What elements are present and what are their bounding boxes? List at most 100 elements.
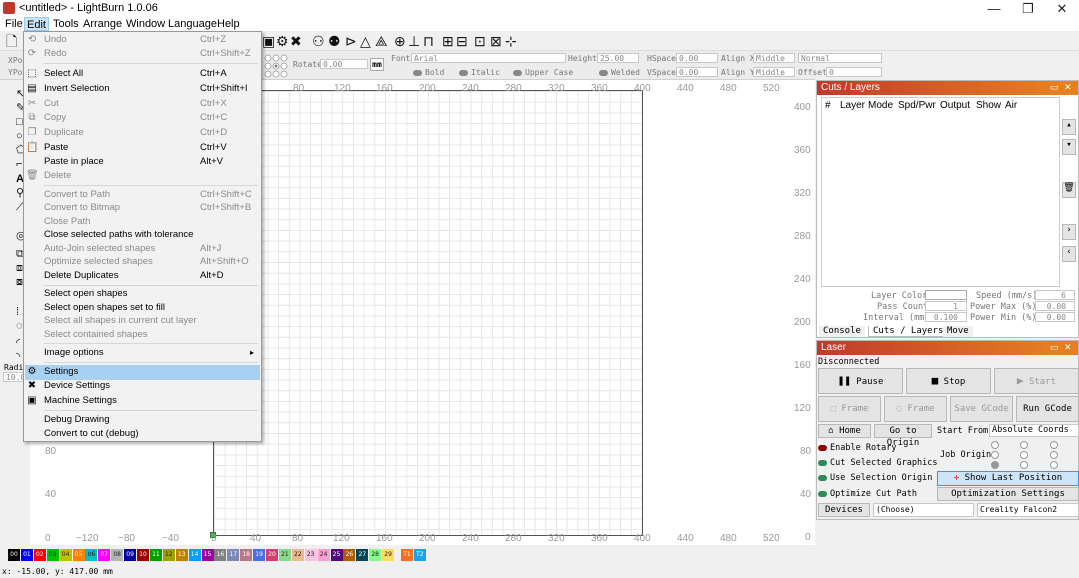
alignx-select[interactable]: Middle: [753, 53, 795, 63]
palette-swatch-24[interactable]: 24: [317, 549, 330, 561]
open-icon[interactable]: ▣: [262, 33, 275, 49]
power-max-input[interactable]: 0.00: [1035, 301, 1075, 311]
palette-swatch-00[interactable]: 00: [8, 549, 20, 561]
palette-swatch-T2[interactable]: T2: [413, 549, 426, 561]
bed-grid[interactable]: [213, 90, 643, 536]
menu-item-delete[interactable]: Delete: [44, 170, 71, 182]
menu-item-convert-to-path[interactable]: Convert to Path: [44, 189, 110, 201]
boolean-subtract-icon[interactable]: ⧇: [16, 274, 23, 290]
move-up-icon[interactable]: ▴: [1062, 119, 1076, 135]
welded-toggle[interactable]: Welded: [599, 68, 640, 77]
palette-swatch-22[interactable]: 22: [291, 549, 304, 561]
job-origin-radio[interactable]: [991, 451, 999, 459]
palette-swatch-10[interactable]: 10: [137, 549, 149, 561]
job-origin-radio[interactable]: [991, 441, 999, 449]
palette-swatch-09[interactable]: 09: [124, 549, 137, 561]
menu-item-paste[interactable]: Paste: [44, 142, 68, 154]
height-input[interactable]: 25.00: [597, 53, 639, 63]
save-gcode-button[interactable]: Save GCode: [950, 396, 1013, 422]
align-center-icon[interactable]: ⊕: [394, 33, 406, 49]
cut-selected-toggle[interactable]: Cut Selected Graphics: [818, 458, 937, 468]
menu-item-delete-duplicates[interactable]: Delete Duplicates: [44, 270, 118, 282]
speed-input[interactable]: 6: [1035, 290, 1075, 300]
palette-swatch-14[interactable]: 14: [188, 549, 201, 561]
circular-array-icon[interactable]: ◌: [16, 318, 23, 334]
palette-swatch-12[interactable]: 12: [162, 549, 175, 561]
align-top-icon[interactable]: ⊥: [408, 33, 420, 49]
menu-edit[interactable]: Edit: [24, 17, 49, 31]
tab-move[interactable]: Move: [943, 326, 973, 337]
palette-swatch-02[interactable]: 02: [33, 549, 46, 561]
interval-input[interactable]: 0.100: [925, 312, 967, 322]
power-min-input[interactable]: 0.00: [1035, 312, 1075, 322]
menu-item-duplicate[interactable]: Duplicate: [44, 127, 84, 139]
palette-swatch-27[interactable]: 27: [356, 549, 369, 561]
menu-window[interactable]: Window: [124, 17, 167, 31]
palette-swatch-11[interactable]: 11: [149, 549, 162, 561]
menu-item-machine-settings[interactable]: Machine Settings: [44, 395, 117, 407]
offset-input[interactable]: 0: [826, 67, 882, 77]
hspace-input[interactable]: 0.00: [676, 53, 718, 63]
palette-swatch-08[interactable]: 08: [111, 549, 124, 561]
ungroup-icon[interactable]: ⚉: [328, 33, 341, 49]
flip-vertical-icon[interactable]: △: [360, 33, 371, 49]
menu-item-select-contained[interactable]: Select contained shapes: [44, 329, 148, 341]
group-icon[interactable]: ⚇: [312, 33, 325, 49]
palette-swatch-16[interactable]: 16: [214, 549, 227, 561]
menu-item-undo[interactable]: Undo: [44, 34, 67, 46]
new-file-icon[interactable]: 🗋: [6, 33, 17, 49]
job-origin-radio[interactable]: [1020, 451, 1028, 459]
menu-item-convert-to-bitmap[interactable]: Convert to Bitmap: [44, 202, 120, 214]
palette-swatch-29[interactable]: 29: [382, 549, 395, 561]
palette-swatch-25[interactable]: 25: [330, 549, 343, 561]
palette-swatch-18[interactable]: 18: [240, 549, 253, 561]
flip-horizontal-icon[interactable]: ⊳: [345, 33, 357, 49]
port-select[interactable]: (Choose): [873, 503, 974, 517]
upper-case-toggle[interactable]: Upper Case: [513, 68, 573, 77]
enable-rotary-toggle[interactable]: Enable Rotary: [818, 443, 897, 453]
distribute-h-icon[interactable]: ⊞: [442, 33, 454, 49]
delete-layer-icon[interactable]: 🗑: [1062, 182, 1076, 198]
menu-item-close-path[interactable]: Close Path: [44, 216, 90, 228]
start-button[interactable]: ▶ Start: [994, 368, 1079, 394]
menu-item-optimize-shapes[interactable]: Optimize selected shapes: [44, 256, 153, 268]
settings-gear-icon[interactable]: ⚙: [276, 33, 289, 49]
menu-language[interactable]: Language: [166, 17, 219, 31]
job-origin-radio[interactable]: [1050, 451, 1058, 459]
device-select[interactable]: Creality Falcon2: [977, 503, 1079, 517]
tools-icon[interactable]: ✖: [290, 33, 302, 49]
menu-item-copy[interactable]: Copy: [44, 112, 66, 124]
menu-file[interactable]: File: [3, 17, 25, 31]
menu-item-cut[interactable]: Cut: [44, 98, 59, 110]
vspace-input[interactable]: 0.00: [676, 67, 718, 77]
optimization-settings-button[interactable]: Optimization Settings: [937, 487, 1079, 501]
palette-swatch-21[interactable]: 21: [278, 549, 291, 561]
italic-toggle[interactable]: Italic: [459, 68, 500, 77]
palette-swatch-07[interactable]: 07: [98, 549, 111, 561]
frame-circle-button[interactable]: ◌ Frame: [884, 396, 947, 422]
units-toggle[interactable]: mm: [370, 58, 384, 71]
menu-item-device-settings[interactable]: Device Settings: [44, 380, 110, 392]
panel-close-icon[interactable]: ✕: [1064, 342, 1072, 353]
devices-button[interactable]: Devices: [818, 503, 870, 517]
menu-item-select-open-fill[interactable]: Select open shapes set to fill: [44, 302, 165, 314]
font-select[interactable]: Arial: [411, 53, 566, 63]
palette-swatch-17[interactable]: 17: [227, 549, 240, 561]
line-tool-icon[interactable]: ⌐: [16, 156, 22, 172]
menu-item-paste-in-place[interactable]: Paste in place: [44, 156, 104, 168]
palette-swatch-06[interactable]: 06: [85, 549, 98, 561]
palette-swatch-T1[interactable]: T1: [401, 549, 413, 561]
palette-swatch-05[interactable]: 05: [72, 549, 85, 561]
panel-float-icon[interactable]: ▭: [1050, 342, 1059, 353]
crosshair-icon[interactable]: ⊹: [505, 33, 517, 49]
palette-swatch-04[interactable]: 04: [59, 549, 72, 561]
menu-item-image-options[interactable]: Image options: [44, 347, 104, 359]
menu-help[interactable]: Help: [215, 17, 242, 31]
mirror-icon[interactable]: ⟁: [375, 33, 388, 49]
pause-button[interactable]: ❚❚ Pause: [818, 368, 903, 394]
align-bottom-icon[interactable]: ⊓: [423, 33, 434, 49]
menu-item-settings[interactable]: Settings: [44, 366, 78, 378]
palette-swatch-13[interactable]: 13: [175, 549, 188, 561]
menu-arrange[interactable]: Arrange: [81, 17, 124, 31]
palette-swatch-26[interactable]: 26: [343, 549, 356, 561]
